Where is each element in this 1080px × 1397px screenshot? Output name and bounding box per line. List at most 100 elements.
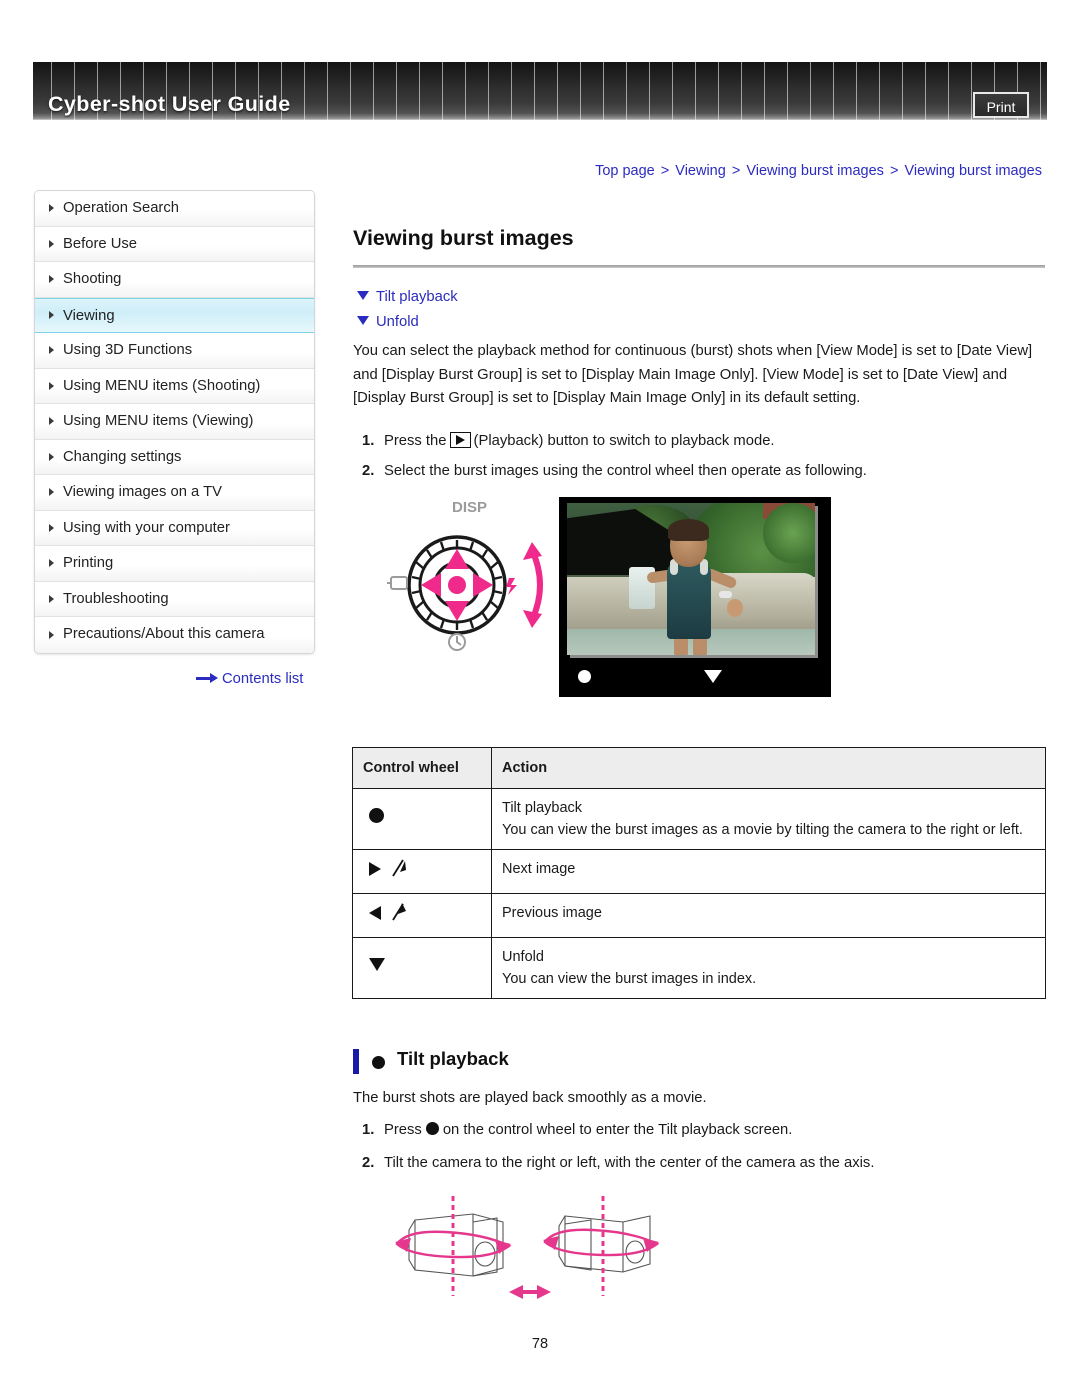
table-row: Previous image	[352, 893, 1046, 938]
rotate-counterclockwise-icon	[389, 902, 411, 929]
camera-left	[408, 1213, 504, 1277]
sidebar-item-shooting[interactable]: Shooting	[35, 262, 314, 298]
sidebar-navigation: Operation Search Before Use Shooting Vie…	[34, 190, 315, 654]
breadcrumb-item-3[interactable]: Viewing burst images	[904, 163, 1042, 179]
breadcrumb-separator: >	[660, 163, 670, 179]
table-cell-action: Tilt playback You can view the burst ima…	[491, 788, 1046, 850]
camera-tilt-diagram	[385, 1192, 685, 1327]
bullet-arrow-icon	[49, 204, 54, 213]
wheel-right-arrow	[473, 573, 493, 597]
jump-link-tilt-playback[interactable]: Tilt playback	[357, 289, 458, 305]
sidebar-item-label: Changing settings	[63, 448, 182, 465]
tilt-playback-paragraph: The burst shots are played back smoothly…	[353, 1090, 707, 1106]
center-dot-icon	[425, 1122, 439, 1135]
bullet-arrow-icon	[49, 381, 54, 390]
tilt-step-1: 1. Press on the control wheel to enter the…	[362, 1119, 792, 1142]
sidebar-item-using-menu-items-shooting[interactable]: Using MENU items (Shooting)	[35, 368, 314, 404]
step-number: 2.	[362, 463, 375, 479]
step-1: 1. Press the (Playback) button to switch t…	[362, 430, 775, 453]
step-number: 1.	[362, 433, 375, 449]
step-text-before: Press	[384, 1122, 422, 1138]
sidebar-item-troubleshooting[interactable]: Troubleshooting	[35, 581, 314, 617]
sidebar-item-using-with-your-computer[interactable]: Using with your computer	[35, 510, 314, 546]
sidebar-item-label: Using MENU items (Shooting)	[63, 377, 261, 394]
step-number: 2.	[362, 1155, 375, 1171]
jump-link-unfold[interactable]: Unfold	[357, 314, 419, 330]
breadcrumb-item-1[interactable]: Viewing	[675, 163, 726, 179]
sidebar-item-viewing[interactable]: Viewing	[35, 297, 314, 333]
print-button[interactable]: Print	[973, 92, 1029, 118]
action-title: Tilt playback	[502, 800, 583, 816]
sidebar-item-label: Using with your computer	[63, 519, 230, 536]
sidebar-item-operation-search[interactable]: Operation Search	[35, 191, 314, 227]
tilt-playback-heading-label: Tilt playback	[397, 1048, 509, 1069]
wheel-down-arrow	[445, 601, 469, 621]
bullet-arrow-icon	[49, 417, 54, 426]
contents-list-link[interactable]: Contents list	[196, 671, 303, 687]
sidebar-item-viewing-images-on-a-tv[interactable]: Viewing images on a TV	[35, 475, 314, 511]
action-body: You can view the burst images in index.	[502, 971, 757, 987]
breadcrumb-separator: >	[889, 163, 899, 179]
table-cell-icon	[352, 893, 492, 938]
sidebar-item-label: Operation Search	[63, 200, 179, 216]
right-triangle-icon	[369, 862, 381, 876]
heading-accent-bar	[353, 1049, 359, 1074]
breadcrumb-separator: >	[731, 163, 741, 179]
app-title: Cyber-shot User Guide	[48, 92, 291, 116]
action-title: Previous image	[502, 905, 602, 921]
sidebar-item-label: Before Use	[63, 235, 138, 252]
bullet-arrow-icon	[49, 594, 54, 603]
sidebar-item-changing-settings[interactable]: Changing settings	[35, 439, 314, 475]
bullet-arrow-icon	[49, 311, 54, 320]
camera-lcd-screen	[559, 497, 831, 697]
intro-paragraph: You can select the playback method for c…	[353, 343, 1033, 406]
bullet-arrow-icon	[49, 275, 54, 284]
step-2: 2. Select the burst images using the cont…	[362, 460, 867, 483]
title-divider	[353, 265, 1045, 268]
sidebar-item-label: Shooting	[63, 271, 122, 287]
control-wheel-action-table: Control wheel Action Tilt playback You c…	[352, 747, 1046, 999]
bullet-arrow-icon	[49, 559, 54, 568]
sidebar-item-using-3d-functions[interactable]: Using 3D Functions	[35, 333, 314, 369]
table-cell-action: Unfold You can view the burst images in …	[491, 937, 1046, 999]
screen-down-triangle-icon	[704, 670, 722, 683]
table-row: Tilt playback You can view the burst ima…	[352, 788, 1046, 850]
breadcrumb-item-2[interactable]: Viewing burst images	[746, 163, 884, 179]
step-text-before: Press the	[384, 433, 447, 449]
triangle-down-icon	[357, 291, 369, 300]
disp-label: DISP	[452, 499, 487, 516]
breadcrumb-item-0[interactable]: Top page	[595, 163, 655, 179]
breadcrumb: Top page > Viewing > Viewing burst image…	[595, 163, 1042, 179]
step-number: 1.	[362, 1122, 375, 1138]
sidebar-item-before-use[interactable]: Before Use	[35, 226, 314, 262]
table-cell-action: Previous image	[491, 893, 1046, 938]
sidebar-item-label: Using MENU items (Viewing)	[63, 413, 254, 429]
action-title: Unfold	[502, 949, 544, 965]
table-cell-icon	[352, 937, 492, 999]
table-cell-action: Next image	[491, 849, 1046, 894]
action-title: Next image	[502, 861, 576, 877]
table-cell-icon	[352, 849, 492, 894]
table-cell-icon	[352, 788, 492, 850]
step-text-after: (Playback) button to switch to playback …	[473, 433, 775, 449]
table-row: Unfold You can view the burst images in …	[352, 937, 1046, 999]
wheel-up-arrow	[445, 549, 469, 569]
bullet-arrow-icon	[49, 346, 54, 355]
sidebar-item-label: Precautions/About this camera	[63, 626, 265, 642]
center-dot-icon	[369, 808, 384, 823]
sidebar-item-precautions-about-this-camera[interactable]: Precautions/About this camera	[35, 617, 314, 653]
page-title: Viewing burst images	[353, 226, 574, 250]
action-body: You can view the burst images as a movie…	[502, 822, 1023, 838]
double-arrow-icon	[509, 1285, 551, 1299]
sidebar-item-label: Troubleshooting	[63, 590, 169, 607]
bullet-arrow-icon	[49, 239, 54, 248]
sidebar-item-printing[interactable]: Printing	[35, 546, 314, 582]
bullet-arrow-icon	[49, 488, 54, 497]
page-number: 78	[531, 1336, 549, 1352]
table-row: Next image	[352, 849, 1046, 894]
bullet-arrow-icon	[49, 452, 54, 461]
contents-list-label: Contents list	[222, 671, 304, 687]
table-header-row: Control wheel Action	[352, 747, 1046, 789]
right-arrow-icon	[196, 673, 218, 684]
sidebar-item-using-menu-items-viewing[interactable]: Using MENU items (Viewing)	[35, 404, 314, 440]
